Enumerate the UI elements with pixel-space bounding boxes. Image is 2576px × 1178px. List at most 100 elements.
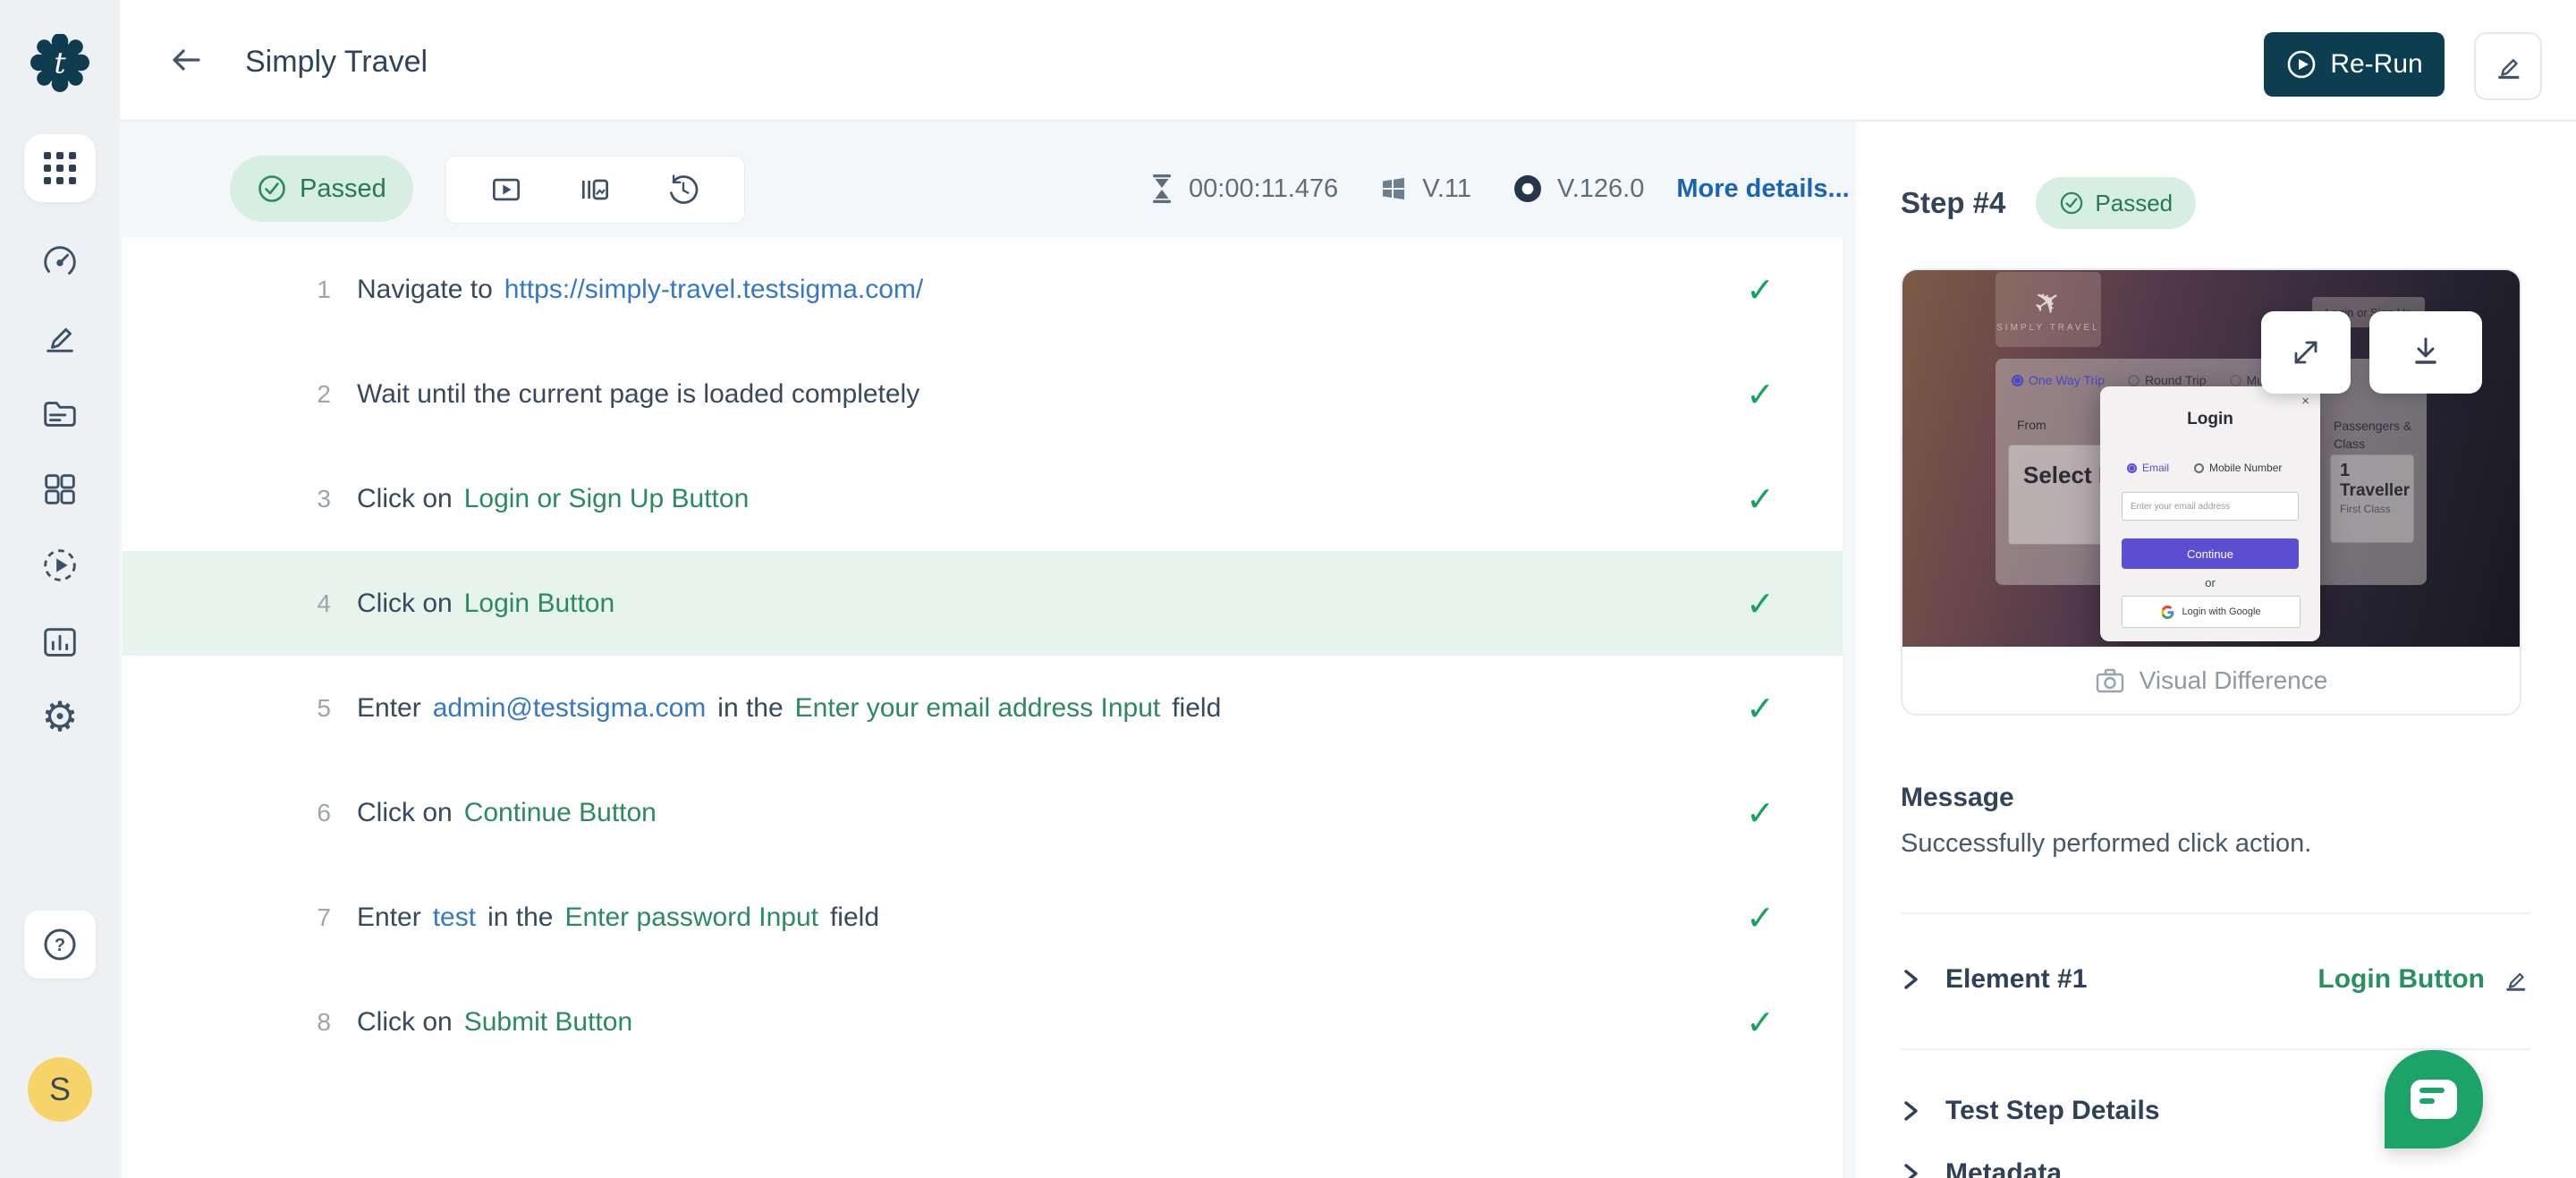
test-step-row[interactable]: 1Navigate tohttps://simply-travel.testsi…	[123, 237, 1843, 342]
sidebar-item-dashboard[interactable]	[0, 240, 120, 281]
apps-grid-icon	[44, 152, 76, 184]
step-element-link[interactable]: Login Button	[464, 589, 614, 619]
sidebar-item-reports[interactable]	[0, 622, 120, 663]
step-text-part: in the	[717, 693, 783, 724]
help-icon: ?	[40, 925, 80, 964]
round-trip-label: Round Trip	[2145, 373, 2206, 387]
sidebar-item-projects[interactable]	[0, 393, 120, 434]
windows-os-icon	[1379, 174, 1408, 203]
result-view-toolbar	[445, 156, 745, 224]
history-button[interactable]	[665, 172, 701, 208]
step-text-part: Click on	[357, 1007, 453, 1038]
step-text: Wait until the current page is loaded co…	[357, 342, 919, 446]
step-number: 1	[123, 237, 331, 342]
step-text-part: Wait until the current page is loaded co…	[357, 379, 919, 410]
test-step-row[interactable]: 6Click onContinue Button✓	[123, 760, 1843, 865]
sidebar-item-suites[interactable]	[0, 469, 120, 510]
step-detail-panel: Step #4 Passed ✈ SIMPLY TRAVEL Login or …	[1856, 122, 2576, 1178]
video-recording-button[interactable]	[488, 172, 524, 208]
rerun-label: Re-Run	[2330, 49, 2422, 80]
step-element-link[interactable]: Submit Button	[464, 1007, 632, 1038]
screenshots-compare-button[interactable]	[577, 172, 613, 208]
visual-difference-button[interactable]: Visual Difference	[1902, 647, 2520, 714]
test-step-row[interactable]: 4Click onLogin Button✓	[123, 551, 1843, 656]
gear-icon: ⚙	[41, 696, 78, 737]
element-name-link[interactable]: Login Button	[2318, 964, 2485, 995]
step-detail-title: Step #4	[1901, 186, 2005, 220]
step-passed-check-icon: ✓	[1740, 237, 1781, 342]
sidebar: t	[0, 0, 120, 1178]
play-circle-icon	[2285, 48, 2318, 81]
modal-login-title: Login	[2100, 410, 2320, 429]
sidebar-item-create-tests[interactable]	[0, 316, 120, 357]
sidebar-item-apps-active[interactable]	[24, 134, 96, 202]
testsigma-logo[interactable]: t	[0, 34, 120, 93]
step-text: Click on Continue Button	[357, 760, 657, 865]
sidebar-item-settings[interactable]: ⚙	[0, 696, 120, 737]
one-way-trip-radio: One Way Trip	[2012, 373, 2105, 387]
radio-selected-icon	[2127, 463, 2137, 473]
step-data-link[interactable]: admin@testsigma.com	[433, 693, 707, 724]
chrome-browser-icon	[1513, 174, 1543, 204]
step-text: Navigate tohttps://simply-travel.testsig…	[357, 237, 923, 342]
step-element-link[interactable]: Continue Button	[464, 798, 657, 828]
step-passed-check-icon: ✓	[1740, 760, 1781, 865]
check-circle-icon	[257, 174, 287, 204]
chat-widget-button[interactable]	[2385, 1050, 2483, 1148]
plane-icon: ✈	[2028, 282, 2068, 324]
sidebar-item-test-runs[interactable]	[0, 545, 120, 586]
step-element-link[interactable]: Login or Sign Up Button	[464, 484, 750, 514]
email-input-field: Enter your email address	[2122, 492, 2299, 521]
run-duration: 00:00:11.476	[1189, 174, 1338, 204]
test-step-row[interactable]: 3Click onLogin or Sign Up Button✓	[123, 446, 1843, 551]
step-number: 8	[123, 970, 331, 1074]
app-login-modal: × Login Email Mobile Number Enter your e…	[2100, 386, 2320, 641]
step-text-part: in the	[487, 903, 553, 933]
step-text-part: Click on	[357, 484, 453, 514]
test-step-row[interactable]: 7Entertestin theEnter password Inputfiel…	[123, 865, 1843, 970]
radio-icon	[2128, 375, 2140, 386]
split-screenshots-icon	[577, 172, 613, 208]
grid-icon	[39, 469, 80, 510]
test-step-row[interactable]: 5Enteradmin@testsigma.comin theEnter you…	[123, 656, 1843, 760]
chat-bubble-icon	[2411, 1080, 2457, 1119]
step-data-link[interactable]: test	[433, 903, 476, 933]
download-screenshot-button[interactable]	[2369, 311, 2482, 394]
step-text: Entertestin theEnter password Inputfield	[357, 865, 879, 970]
step-passed-check-icon: ✓	[1740, 342, 1781, 446]
test-step-row[interactable]: 8Click onSubmit Button✓	[123, 970, 1843, 1074]
edit-element-button[interactable]	[2499, 963, 2531, 996]
user-avatar[interactable]: S	[28, 1057, 92, 1122]
email-option-label: Email	[2142, 462, 2169, 474]
step-data-link[interactable]: https://simply-travel.testsigma.com/	[504, 275, 923, 305]
element-section-row[interactable]: Element #1 Login Button	[1901, 948, 2531, 1011]
email-radio: Email	[2127, 462, 2169, 474]
edit-test-button[interactable]	[2474, 32, 2542, 100]
gauge-icon	[39, 240, 80, 281]
sidebar-item-help[interactable]: ?	[24, 911, 96, 979]
step-element-link[interactable]: Enter your email address Input	[795, 693, 1161, 724]
test-step-row[interactable]: 2Wait until the current page is loaded c…	[123, 342, 1843, 446]
expand-screenshot-button[interactable]	[2261, 311, 2351, 394]
message-label: Message	[1901, 783, 2014, 813]
passengers-class-label: Passengers & Class	[2334, 418, 2414, 453]
page-title: Simply Travel	[245, 45, 428, 80]
step-passed-check-icon: ✓	[1740, 865, 1781, 970]
back-button[interactable]	[166, 40, 206, 80]
step-detail-header: Step #4 Passed	[1901, 172, 2196, 234]
travel-class-label: First Class	[2340, 503, 2404, 515]
step-text: Click on Submit Button	[357, 970, 632, 1074]
one-way-trip-label: One Way Trip	[2029, 373, 2105, 387]
step-element-link[interactable]: Enter password Input	[564, 903, 818, 933]
check-circle-icon	[2059, 191, 2084, 216]
step-text-part: Click on	[357, 798, 453, 828]
more-details-link[interactable]: More details...	[1676, 174, 1849, 204]
modal-close-icon: ×	[2301, 394, 2309, 409]
page-header: Simply Travel Re-Run	[120, 0, 2576, 122]
rerun-button[interactable]: Re-Run	[2264, 32, 2445, 97]
step-text: Click onLogin Button	[357, 551, 614, 656]
radio-selected-icon	[2012, 375, 2023, 386]
step-number: 3	[123, 446, 331, 551]
edit-pencil-icon	[2490, 48, 2526, 84]
run-info-bar: 00:00:11.476 V.11 V.126.0 More details..…	[1149, 156, 1850, 222]
